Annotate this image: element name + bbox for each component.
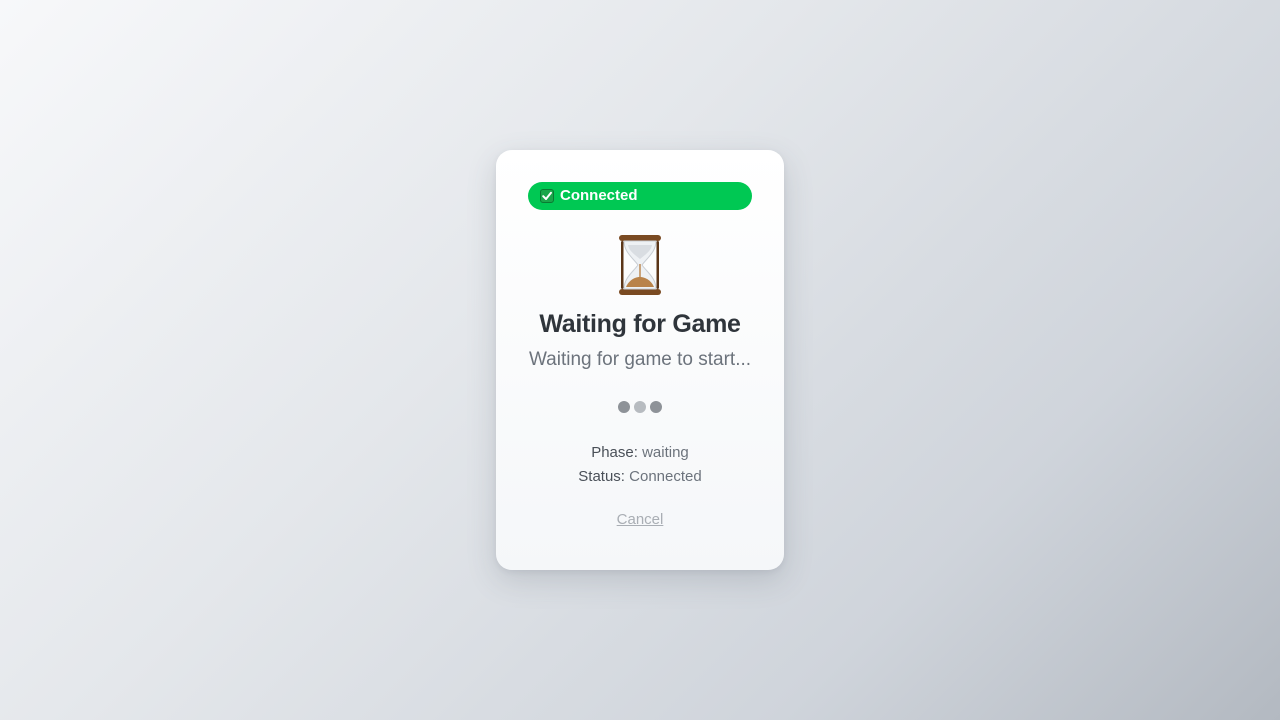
waiting-card: Connected Waiting for Game Waiting for g… xyxy=(496,150,784,570)
phase-label: Phase: xyxy=(591,444,638,461)
loading-dot xyxy=(618,401,630,413)
status-row: Status: Connected xyxy=(528,465,752,489)
connection-status-badge: Connected xyxy=(528,182,752,210)
cancel-link[interactable]: Cancel xyxy=(617,511,664,528)
waiting-message: Waiting for game to start... xyxy=(528,349,752,370)
page-title: Waiting for Game xyxy=(539,310,741,338)
game-info: Phase: waiting Status: Connected xyxy=(528,441,752,489)
connection-status-label: Connected xyxy=(560,187,638,204)
phase-value: waiting xyxy=(642,444,689,461)
status-label: Status: xyxy=(578,468,625,485)
loading-dot xyxy=(650,401,662,413)
phase-row: Phase: waiting xyxy=(528,441,752,465)
loading-dot xyxy=(634,401,646,413)
loading-indicator xyxy=(528,401,752,413)
hourglass-icon xyxy=(619,235,661,295)
status-value: Connected xyxy=(629,468,702,485)
check-box-icon xyxy=(540,189,554,203)
